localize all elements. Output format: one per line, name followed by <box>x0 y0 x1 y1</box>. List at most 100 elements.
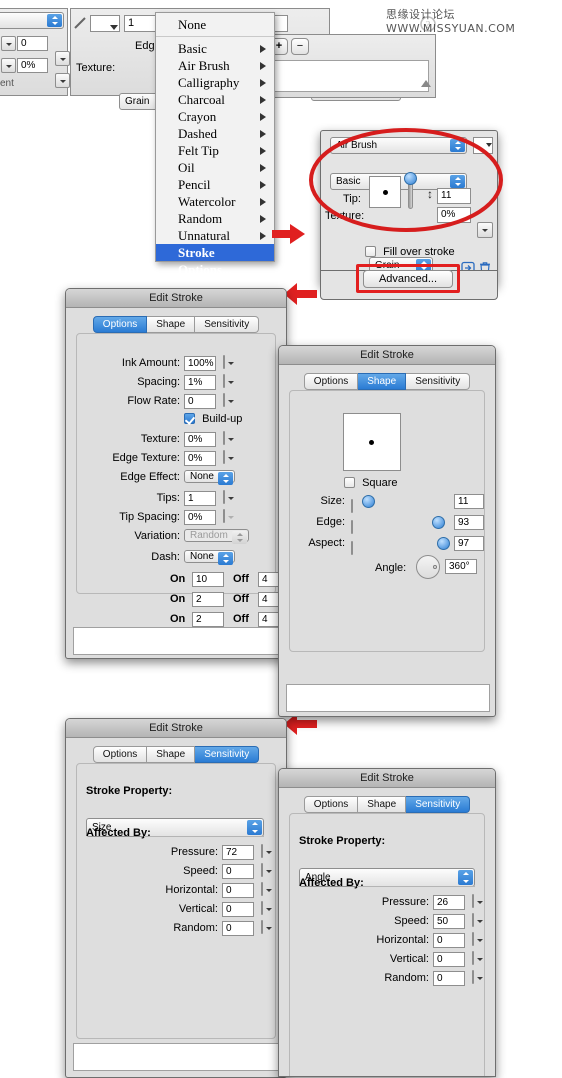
pressure-input[interactable]: 72 <box>222 845 254 860</box>
edge-input[interactable]: 93 <box>454 515 484 530</box>
build-up-checkbox[interactable]: Build-up <box>184 413 242 425</box>
remove-layer-button[interactable]: − <box>291 38 309 55</box>
tips-input[interactable]: 1 <box>184 491 216 506</box>
spacing-menu[interactable] <box>223 374 225 388</box>
aspect-slider-track[interactable] <box>351 541 353 555</box>
menu-item-unnatural[interactable]: Unnatural <box>156 227 274 244</box>
edge-texture-row: Edge Texture: 0% <box>80 450 276 466</box>
dialog-tabs[interactable]: Options Shape Sensitivity <box>66 746 286 764</box>
edge-effect-popup[interactable]: None <box>184 470 235 485</box>
menu-item-basic[interactable]: Basic <box>156 40 274 57</box>
dialog-tabs[interactable]: Options Shape Sensitivity <box>279 373 495 391</box>
speed-input[interactable]: 0 <box>222 864 254 879</box>
tab-options[interactable]: Options <box>92 746 148 763</box>
square-checkbox[interactable]: Square <box>344 477 398 489</box>
left-field-2[interactable]: 0% <box>17 58 48 73</box>
left-field-1[interactable]: 0 <box>17 36 48 51</box>
vertical-menu[interactable] <box>261 901 263 915</box>
dash-value: None <box>190 551 214 562</box>
left-field-2-menu[interactable] <box>55 73 70 88</box>
tab-shape[interactable]: Shape <box>358 796 407 813</box>
scroll-up-arrow-icon[interactable] <box>421 80 431 87</box>
menu-item-watercolor[interactable]: Watercolor <box>156 193 274 210</box>
edit-stroke-dialog-sensitivity-angle: Edit Stroke Options Shape Sensitivity St… <box>278 768 496 1077</box>
texture-menu[interactable] <box>223 431 225 445</box>
menu-item-random[interactable]: Random <box>156 210 274 227</box>
tab-shape[interactable]: Shape <box>147 746 196 763</box>
dash-popup[interactable]: None <box>184 550 235 565</box>
spacing-input[interactable]: 1% <box>184 375 216 390</box>
tips-menu[interactable] <box>223 490 225 504</box>
tab-sensitivity[interactable]: Sensitivity <box>406 796 471 813</box>
edge-slider-knob[interactable] <box>432 516 445 529</box>
random-menu[interactable] <box>472 970 474 984</box>
edge-texture-input[interactable]: 0% <box>184 451 216 466</box>
menu-item-stroke-options[interactable]: Stroke Options... <box>156 244 274 277</box>
random-menu[interactable] <box>261 920 263 934</box>
random-input[interactable]: 0 <box>222 921 254 936</box>
flow-rate-input[interactable]: 0 <box>184 394 216 409</box>
tip-spacing-input[interactable]: 0% <box>184 510 216 525</box>
on-input-1[interactable]: 10 <box>192 572 224 587</box>
horizontal-input[interactable]: 0 <box>222 883 254 898</box>
stroke-color-chevron-icon[interactable] <box>110 25 118 30</box>
menu-item-crayon[interactable]: Crayon <box>156 108 274 125</box>
angle-input[interactable]: 360° <box>445 559 477 574</box>
vertical-menu[interactable] <box>472 951 474 965</box>
menu-item-felt-tip[interactable]: Felt Tip <box>156 142 274 159</box>
dialog-tabs[interactable]: Options Shape Sensitivity <box>66 316 286 334</box>
size-input[interactable]: 11 <box>454 494 484 509</box>
edge-texture-menu[interactable] <box>223 450 225 464</box>
menu-item-air-brush[interactable]: Air Brush <box>156 57 274 74</box>
size-slider-track[interactable] <box>351 499 353 513</box>
layers-list[interactable] <box>253 60 429 92</box>
aspect-slider-knob[interactable] <box>437 537 450 550</box>
stroke-style-menu[interactable]: None Basic Air Brush Calligraphy Charcoal Cra… <box>155 12 275 277</box>
tab-options[interactable]: Options <box>303 373 359 390</box>
vertical-input[interactable]: 0 <box>433 952 465 967</box>
texture-input[interactable]: 0% <box>184 432 216 447</box>
horizontal-input[interactable]: 0 <box>433 933 465 948</box>
vertical-input[interactable]: 0 <box>222 902 254 917</box>
speed-menu[interactable] <box>261 863 263 877</box>
stroke-width-input[interactable]: 1 <box>124 15 158 32</box>
menu-item-dashed[interactable]: Dashed <box>156 125 274 142</box>
stepper-2[interactable] <box>1 58 16 73</box>
aspect-input[interactable]: 97 <box>454 536 484 551</box>
horizontal-row: Horizontal: 0 <box>156 882 263 898</box>
horizontal-menu[interactable] <box>261 882 263 896</box>
horizontal-label: Horizontal: <box>165 884 218 896</box>
menu-item-calligraphy[interactable]: Calligraphy <box>156 74 274 91</box>
pressure-menu[interactable] <box>472 894 474 908</box>
on-input-3[interactable]: 2 <box>192 612 224 627</box>
on-input-2[interactable]: 2 <box>192 592 224 607</box>
random-input[interactable]: 0 <box>433 971 465 986</box>
pressure-input[interactable]: 26 <box>433 895 465 910</box>
tab-shape[interactable]: Shape <box>147 316 196 333</box>
flow-rate-menu[interactable] <box>223 393 225 407</box>
stepper-1[interactable] <box>1 36 16 51</box>
ink-amount-row: Ink Amount: 100% <box>80 355 276 371</box>
ink-amount-menu[interactable] <box>223 355 225 369</box>
tab-sensitivity[interactable]: Sensitivity <box>195 316 260 333</box>
menu-item-oil[interactable]: Oil <box>156 159 274 176</box>
menu-item-pencil[interactable]: Pencil <box>156 176 274 193</box>
horizontal-menu[interactable] <box>472 932 474 946</box>
menu-item-charcoal[interactable]: Charcoal <box>156 91 274 108</box>
speed-input[interactable]: 50 <box>433 914 465 929</box>
dialog-tabs[interactable]: Options Shape Sensitivity <box>279 796 495 814</box>
size-slider-knob[interactable] <box>362 495 375 508</box>
tab-options[interactable]: Options <box>303 796 359 813</box>
tip-spacing-menu <box>223 509 225 523</box>
edge-slider-track[interactable] <box>351 520 353 534</box>
tab-options[interactable]: Options <box>92 316 148 333</box>
menu-item-none[interactable]: None <box>156 16 274 33</box>
tab-sensitivity[interactable]: Sensitivity <box>195 746 260 763</box>
speed-menu[interactable] <box>472 913 474 927</box>
tab-shape[interactable]: Shape <box>358 373 407 390</box>
left-popup-top[interactable] <box>0 12 64 29</box>
pressure-menu[interactable] <box>261 844 263 858</box>
tab-sensitivity[interactable]: Sensitivity <box>406 373 471 390</box>
ink-amount-input[interactable]: 100% <box>184 356 216 371</box>
fill-over-stroke-checkbox[interactable]: Fill over stroke <box>365 246 455 258</box>
